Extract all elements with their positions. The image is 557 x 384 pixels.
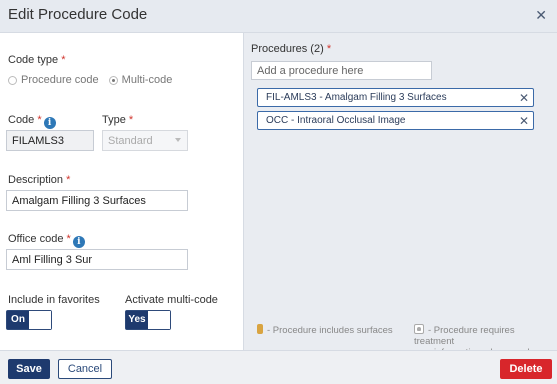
toggle-state: Yes <box>126 311 148 329</box>
info-icon[interactable]: i <box>72 236 85 248</box>
procedures-label: Procedures (2) * <box>251 43 332 55</box>
radio-selected-icon[interactable] <box>108 75 118 85</box>
cancel-button[interactable]: Cancel <box>58 359 112 379</box>
office-code-label: Office code * i <box>8 233 85 248</box>
procedure-chip: FIL-AMLS3 - Amalgam Filling 3 Surfaces ✕ <box>257 88 534 107</box>
dialog-title: Edit Procedure Code <box>8 6 148 23</box>
type-select: Standard <box>102 130 188 151</box>
right-panel <box>243 33 557 350</box>
dialog-footer: Save Cancel Delete <box>0 350 557 384</box>
remove-icon[interactable]: ✕ <box>519 114 529 128</box>
toggle-state: On <box>7 311 29 329</box>
code-label: Code * i <box>8 114 56 129</box>
favorites-toggle[interactable]: On <box>6 310 52 330</box>
delete-button[interactable]: Delete <box>500 359 552 379</box>
code-type-radio-group: Procedure code Multi-code <box>8 74 172 86</box>
office-code-field[interactable]: Aml Filling 3 Sur <box>6 249 188 270</box>
code-field[interactable]: FILAMLS3 <box>6 130 94 151</box>
save-button[interactable]: Save <box>8 359 50 379</box>
multicode-toggle[interactable]: Yes <box>125 310 171 330</box>
dialog-header: Edit Procedure Code ✕ <box>0 0 557 33</box>
close-icon[interactable]: ✕ <box>535 7 547 24</box>
code-type-label: Code type * <box>8 54 66 66</box>
info-icon[interactable]: i <box>43 117 56 129</box>
description-label: Description * <box>8 174 71 186</box>
description-field[interactable]: Amalgam Filling 3 Surfaces <box>6 190 188 211</box>
chevron-down-icon <box>175 138 181 142</box>
radio-procedure-code[interactable]: Procedure code <box>8 74 99 86</box>
radio-icon[interactable] <box>8 75 17 85</box>
tooth-icon <box>414 324 424 334</box>
multicode-label: Activate multi-code <box>125 294 218 306</box>
radio-multi-code[interactable]: Multi-code <box>108 74 172 86</box>
favorites-label: Include in favorites <box>8 294 100 306</box>
legend-surfaces: - Procedure includes surfaces <box>257 324 393 336</box>
procedure-chip: OCC - Intraoral Occlusal Image ✕ <box>257 111 534 130</box>
add-procedure-input[interactable]: Add a procedure here <box>251 61 432 80</box>
surface-swatch-icon <box>257 324 263 334</box>
remove-icon[interactable]: ✕ <box>519 91 529 105</box>
type-label: Type * <box>102 114 134 126</box>
